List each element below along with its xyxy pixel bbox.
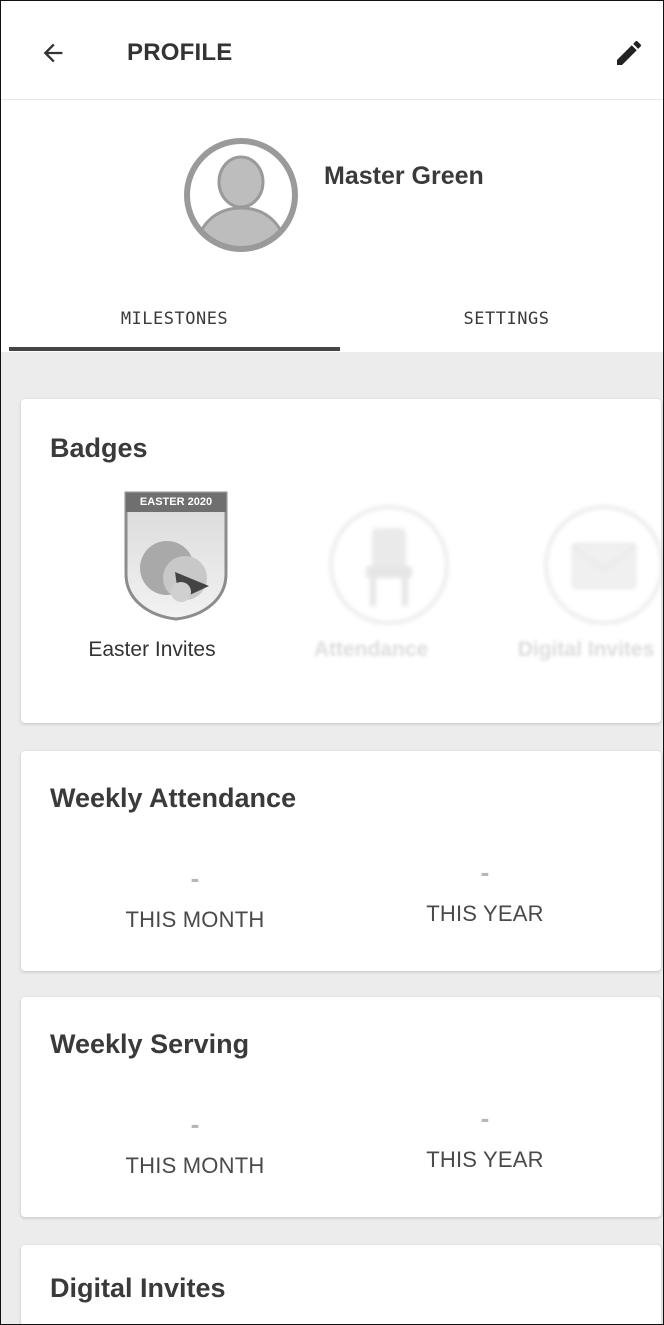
- attendance-this-year: - THIS YEAR: [375, 857, 595, 927]
- user-avatar-icon: [184, 138, 298, 252]
- edit-button[interactable]: [607, 31, 651, 75]
- app-bar: PROFILE: [1, 1, 663, 100]
- stat-label: THIS YEAR: [426, 1147, 544, 1172]
- profile-screen: PROFILE Master Green MILESTONES SETTINGS…: [0, 0, 664, 1325]
- digital-invites-card: Digital Invites: [21, 1245, 661, 1324]
- tab-milestones[interactable]: MILESTONES: [9, 285, 340, 352]
- stat-value: -: [190, 1109, 200, 1139]
- back-button[interactable]: [31, 31, 75, 75]
- attendance-this-month: - THIS MONTH: [85, 863, 305, 933]
- stat-label: THIS MONTH: [125, 1153, 265, 1178]
- chair-badge-icon: [329, 505, 448, 625]
- weekly-serving-title: Weekly Serving: [50, 1029, 250, 1059]
- badges-title: Badges: [50, 433, 148, 463]
- tab-bar: MILESTONES SETTINGS: [1, 285, 663, 352]
- serving-this-month: - THIS MONTH: [85, 1109, 305, 1179]
- badges-card: Badges EASTER 2020 Easter Invites Attend…: [21, 399, 663, 723]
- badge-label: Digital Invites: [517, 638, 655, 661]
- avatar[interactable]: [182, 136, 300, 254]
- weekly-serving-card: Weekly Serving - THIS MONTH - THIS YEAR: [21, 997, 661, 1217]
- tab-indicator: [9, 347, 340, 351]
- badge-label: Attendance: [313, 638, 429, 661]
- stat-value: -: [480, 1103, 490, 1133]
- stat-label: THIS YEAR: [426, 901, 544, 926]
- easter-badge-icon: EASTER 2020: [124, 491, 227, 621]
- stat-value: -: [480, 857, 490, 887]
- arrow-left-icon: [43, 43, 63, 63]
- badge-digital-invites[interactable]: Digital Invites: [486, 490, 663, 661]
- user-name: Master Green: [324, 162, 484, 190]
- digital-invites-title: Digital Invites: [50, 1273, 226, 1303]
- badge-attendance[interactable]: Attendance: [271, 490, 471, 661]
- pencil-icon: [617, 40, 642, 65]
- weekly-attendance-title: Weekly Attendance: [50, 783, 297, 813]
- stat-value: -: [190, 863, 200, 893]
- envelope-badge-icon: [544, 505, 663, 625]
- tab-settings[interactable]: SETTINGS: [341, 285, 663, 352]
- stat-label: THIS MONTH: [125, 907, 265, 932]
- badge-banner-text: EASTER 2020: [139, 496, 211, 508]
- weekly-attendance-card: Weekly Attendance - THIS MONTH - THIS YE…: [21, 751, 661, 971]
- badge-easter-invites[interactable]: EASTER 2020 Easter Invites: [52, 490, 252, 661]
- page-title: PROFILE: [127, 39, 233, 66]
- badge-label: Easter Invites: [88, 638, 216, 661]
- profile-header: Master Green MILESTONES SETTINGS: [1, 100, 663, 352]
- serving-this-year: - THIS YEAR: [375, 1103, 595, 1173]
